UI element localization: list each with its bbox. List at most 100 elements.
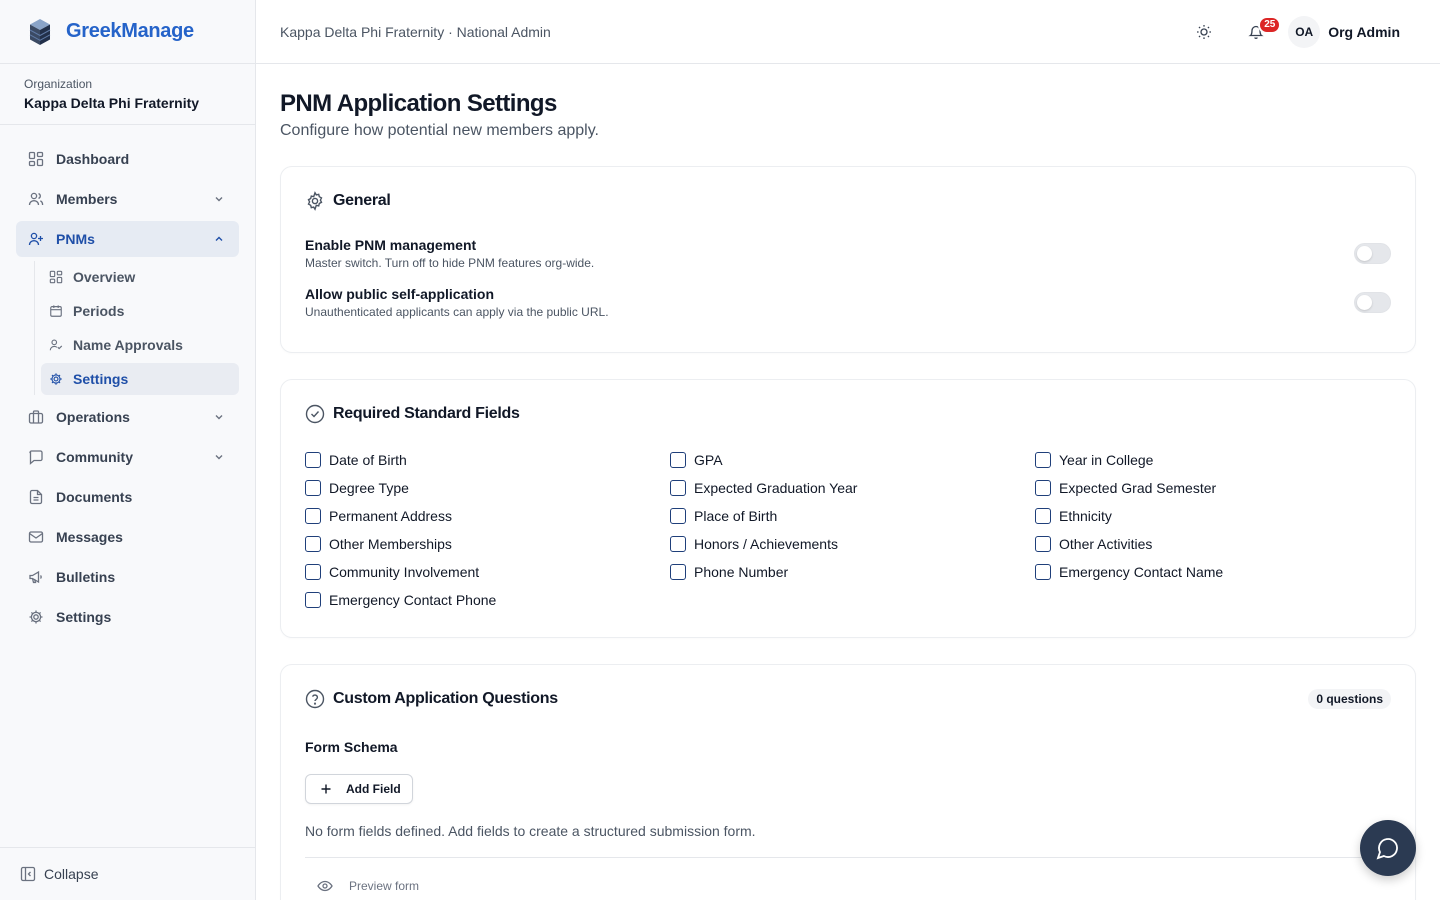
subnav-item-settings[interactable]: Settings	[41, 363, 239, 395]
card-title: Custom Application Questions	[333, 690, 558, 707]
chat-fab-button[interactable]	[1360, 820, 1416, 876]
user-name: Org Admin	[1328, 23, 1400, 40]
header-context: Kappa Delta Phi Fraternity · National Ad…	[280, 23, 551, 40]
sidebar-item-settings[interactable]: Settings	[16, 599, 239, 635]
org-switcher[interactable]: Organization Kappa Delta Phi Fraternity	[0, 64, 255, 125]
form-schema-label: Form Schema	[305, 739, 398, 755]
field-label: Ethnicity	[1059, 508, 1112, 524]
subnav-item-label: Periods	[73, 303, 125, 319]
notifications-button[interactable]: 25	[1238, 14, 1282, 50]
field-label: Permanent Address	[329, 508, 452, 524]
public-application-switch[interactable]	[1354, 292, 1391, 313]
collapse-sidebar-button[interactable]: Collapse	[0, 847, 255, 900]
required-field-option[interactable]: Expected Grad Semester	[1035, 478, 1400, 498]
grid-icon	[49, 270, 63, 284]
subnav-item-periods[interactable]: Periods	[41, 295, 239, 327]
card-title: General	[333, 192, 391, 209]
required-field-option[interactable]: Other Memberships	[305, 534, 670, 554]
required-field-option[interactable]: GPA	[670, 450, 1035, 470]
subnav-item-name-approvals[interactable]: Name Approvals	[41, 329, 239, 361]
help-circle-icon	[305, 689, 325, 709]
org-name: Kappa Delta Phi Fraternity	[24, 95, 200, 111]
required-field-option[interactable]: Degree Type	[305, 478, 670, 498]
gear-icon	[49, 372, 63, 386]
checkbox[interactable]	[670, 508, 686, 524]
chat-bubble-icon	[1376, 836, 1400, 860]
add-field-label: Add Field	[346, 782, 401, 796]
checkbox[interactable]	[305, 564, 321, 580]
page-subtitle: Configure how potential new members appl…	[280, 122, 599, 139]
field-label: Expected Grad Semester	[1059, 480, 1217, 496]
checkbox[interactable]	[305, 452, 321, 468]
checkbox[interactable]	[1035, 564, 1051, 580]
checkbox[interactable]	[305, 592, 321, 608]
theme-toggle-button[interactable]	[1186, 14, 1222, 50]
sidebar-item-members[interactable]: Members	[16, 181, 239, 217]
sidebar-item-documents[interactable]: Documents	[16, 479, 239, 515]
user-check-icon	[49, 338, 63, 352]
required-field-option[interactable]: Emergency Contact Phone	[305, 590, 670, 610]
checkbox[interactable]	[670, 536, 686, 552]
checkbox[interactable]	[1035, 480, 1051, 496]
required-field-option[interactable]: Permanent Address	[305, 506, 670, 526]
checkbox[interactable]	[670, 452, 686, 468]
required-field-option[interactable]: Other Activities	[1035, 534, 1400, 554]
checkbox[interactable]	[305, 480, 321, 496]
add-field-button[interactable]: Add Field	[305, 774, 413, 804]
sidebar-item-label: Members	[56, 191, 118, 207]
required-field-option[interactable]: Expected Graduation Year	[670, 478, 1035, 498]
subnav-item-label: Settings	[73, 371, 129, 387]
users-icon	[28, 191, 44, 207]
divider	[305, 857, 1391, 858]
pnm-subnav: Overview Periods Name Approvals Settings	[34, 261, 239, 395]
checkbox[interactable]	[1035, 508, 1051, 524]
sidebar-item-dashboard[interactable]: Dashboard	[16, 141, 239, 177]
field-label: Community Involvement	[329, 564, 480, 580]
sidebar-item-label: Community	[56, 449, 133, 465]
mail-icon	[28, 529, 44, 545]
required-field-option[interactable]: Emergency Contact Name	[1035, 562, 1400, 582]
required-field-option[interactable]: Ethnicity	[1035, 506, 1400, 526]
subnav-item-overview[interactable]: Overview	[41, 261, 239, 293]
page-title: PNM Application Settings	[280, 90, 557, 117]
sidebar: GreekManage Organization Kappa Delta Phi…	[0, 0, 256, 900]
enable-pnm-switch[interactable]	[1354, 243, 1391, 264]
chevron-down-icon	[213, 411, 225, 423]
checkbox[interactable]	[1035, 536, 1051, 552]
sidebar-item-bulletins[interactable]: Bulletins	[16, 559, 239, 595]
sidebar-item-operations[interactable]: Operations	[16, 399, 239, 435]
required-field-option[interactable]: Honors / Achievements	[670, 534, 1035, 554]
gear-icon	[28, 609, 44, 625]
panel-left-icon	[20, 866, 36, 882]
checkbox[interactable]	[305, 536, 321, 552]
sidebar-item-pnms[interactable]: PNMs	[16, 221, 239, 257]
brand[interactable]: GreekManage	[0, 0, 255, 64]
avatar: OA	[1288, 15, 1321, 48]
sidebar-item-label: Settings	[56, 609, 112, 625]
chevron-up-icon	[213, 233, 225, 245]
checkbox[interactable]	[305, 508, 321, 524]
question-count-badge: 0 questions	[1308, 689, 1391, 709]
chevron-down-icon	[213, 451, 225, 463]
required-field-option[interactable]: Date of Birth	[305, 450, 670, 470]
field-label: GPA	[694, 452, 723, 468]
required-field-option[interactable]: Place of Birth	[670, 506, 1035, 526]
sun-icon	[1196, 24, 1212, 40]
required-field-option[interactable]: Phone Number	[670, 562, 1035, 582]
field-label: Place of Birth	[694, 508, 778, 524]
required-field-option[interactable]: Community Involvement	[305, 562, 670, 582]
preview-form-toggle[interactable]: Preview form	[305, 878, 1391, 894]
sidebar-item-messages[interactable]: Messages	[16, 519, 239, 555]
sidebar-item-community[interactable]: Community	[16, 439, 239, 475]
custom-questions-card: Custom Application Questions 0 questions…	[280, 664, 1416, 900]
org-caption: Organization	[24, 77, 93, 91]
required-field-option[interactable]: Year in College	[1035, 450, 1400, 470]
user-plus-icon	[28, 231, 44, 247]
checkbox[interactable]	[670, 480, 686, 496]
checkbox[interactable]	[1035, 452, 1051, 468]
checkbox[interactable]	[670, 564, 686, 580]
eye-icon	[317, 878, 349, 894]
sidebar-item-label: Operations	[56, 409, 130, 425]
megaphone-icon	[28, 569, 44, 585]
user-menu[interactable]: OA Org Admin	[1288, 15, 1400, 48]
